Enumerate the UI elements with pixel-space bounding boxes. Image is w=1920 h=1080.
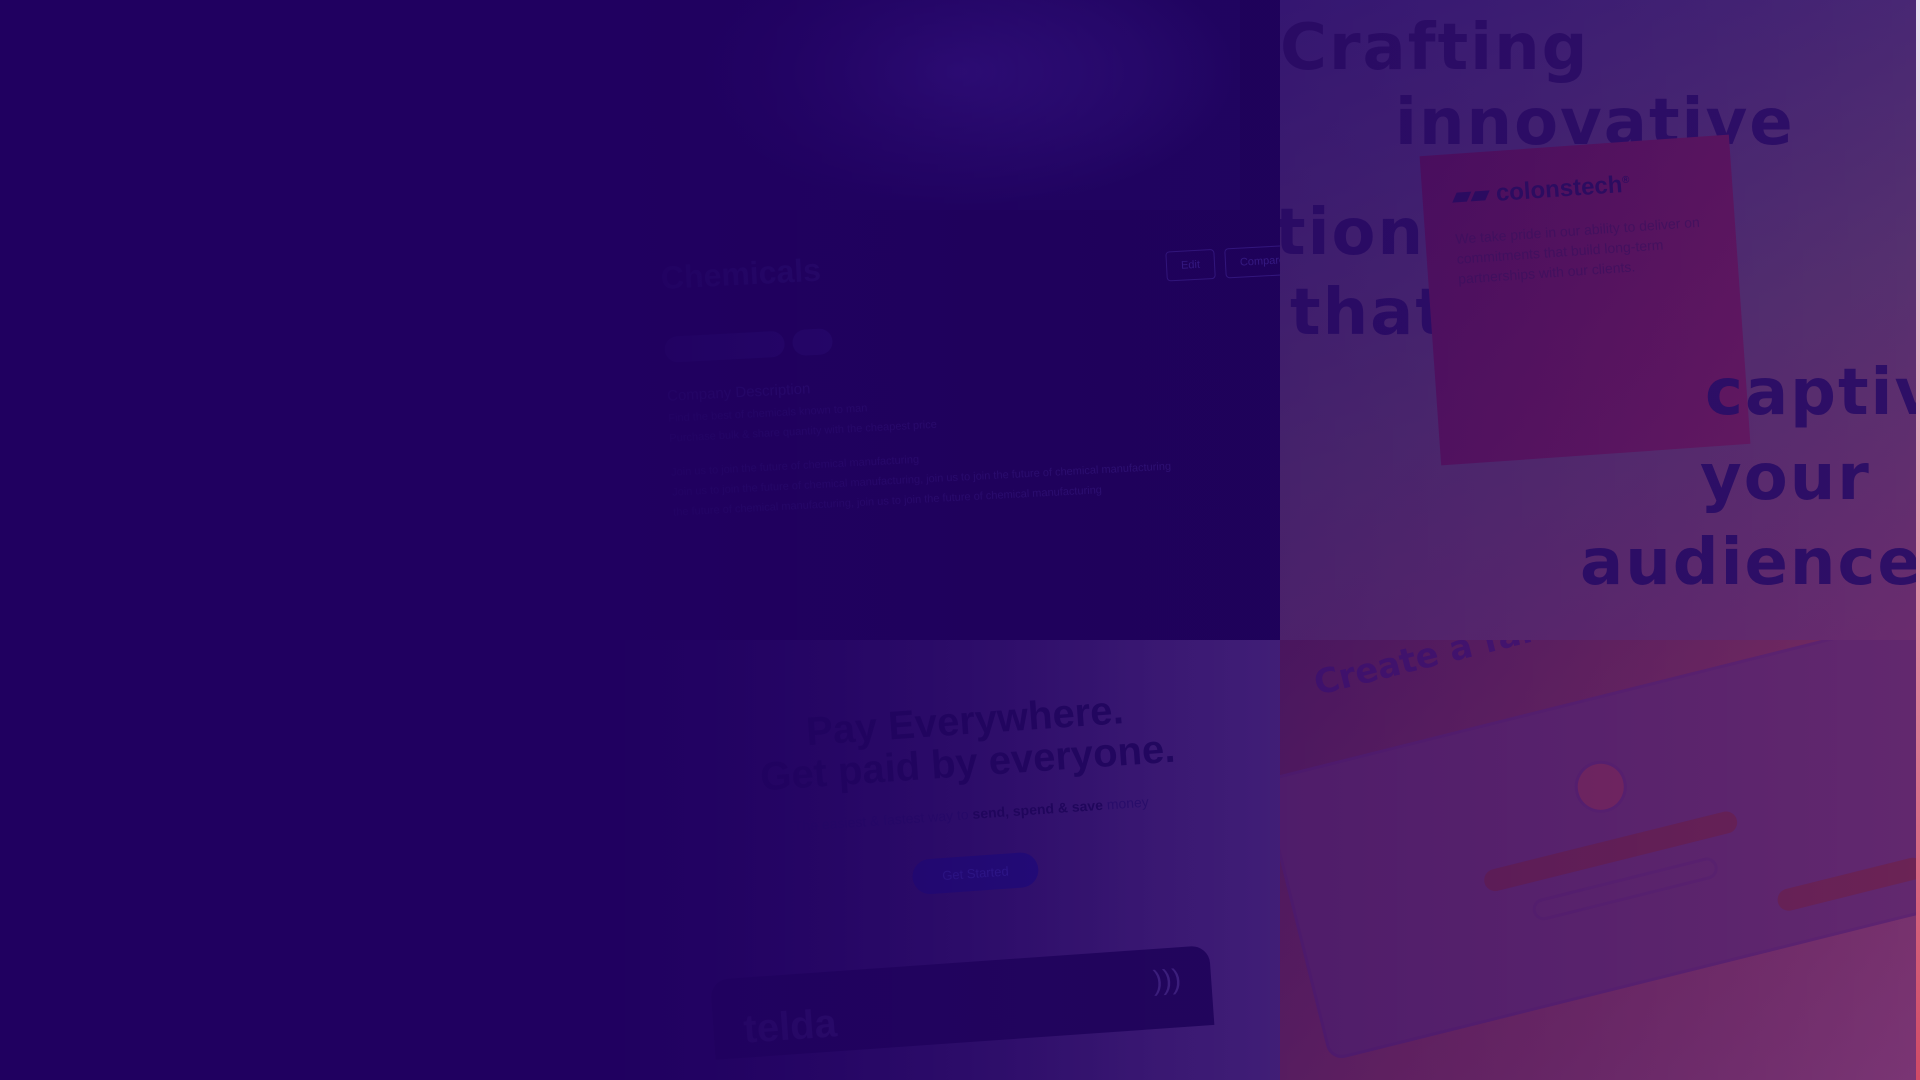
fan-platform-tile: Create a fan blaug — [1280, 640, 1916, 1080]
note-text: We take pride in our ability to deliver … — [1454, 213, 1701, 287]
card-brand: telda — [742, 1001, 839, 1052]
payments-showcase-tile: Pay Everywhere. Get paid by everyone. The… — [640, 640, 1280, 1080]
contactless-icon: ))) — [1152, 963, 1183, 997]
get-started-button: Get Started — [911, 851, 1040, 896]
hero-word: that — [1290, 276, 1448, 350]
hero-word: your — [1700, 441, 1871, 515]
sub-prefix: The easiest & fastest way to — [793, 806, 970, 835]
browser-illustration — [1280, 640, 1916, 1062]
hero-word: audience — [1580, 526, 1916, 600]
sub-suffix: money — [1106, 793, 1150, 813]
sticky-note: ▰▰ colonstech® We take pride in our abil… — [1419, 134, 1751, 466]
hero-word: Crafting — [1280, 11, 1590, 85]
avatar — [1569, 755, 1633, 819]
tag-pill — [664, 330, 786, 363]
note-brand: ▰▰ colonstech® — [1451, 171, 1630, 210]
payment-card: telda ))) — [710, 945, 1215, 1060]
scrollbar[interactable] — [1916, 0, 1920, 1080]
lab-photo — [680, 0, 1240, 210]
tag-pill — [791, 328, 834, 357]
sub-bold: send, spend & save — [971, 796, 1104, 822]
agency-showcase-tile: Crafting innovative tions that ▰▰ colons… — [1280, 0, 1916, 640]
brand-logo-icon: ▰▰ — [1451, 179, 1497, 210]
portrait-tile — [500, 640, 640, 1080]
illustration-bar — [1775, 855, 1916, 913]
chemicals-showcase-tile: Edit Compare Chemicals Company Descripti… — [640, 0, 1280, 640]
hero-word: captiv — [1705, 356, 1916, 430]
